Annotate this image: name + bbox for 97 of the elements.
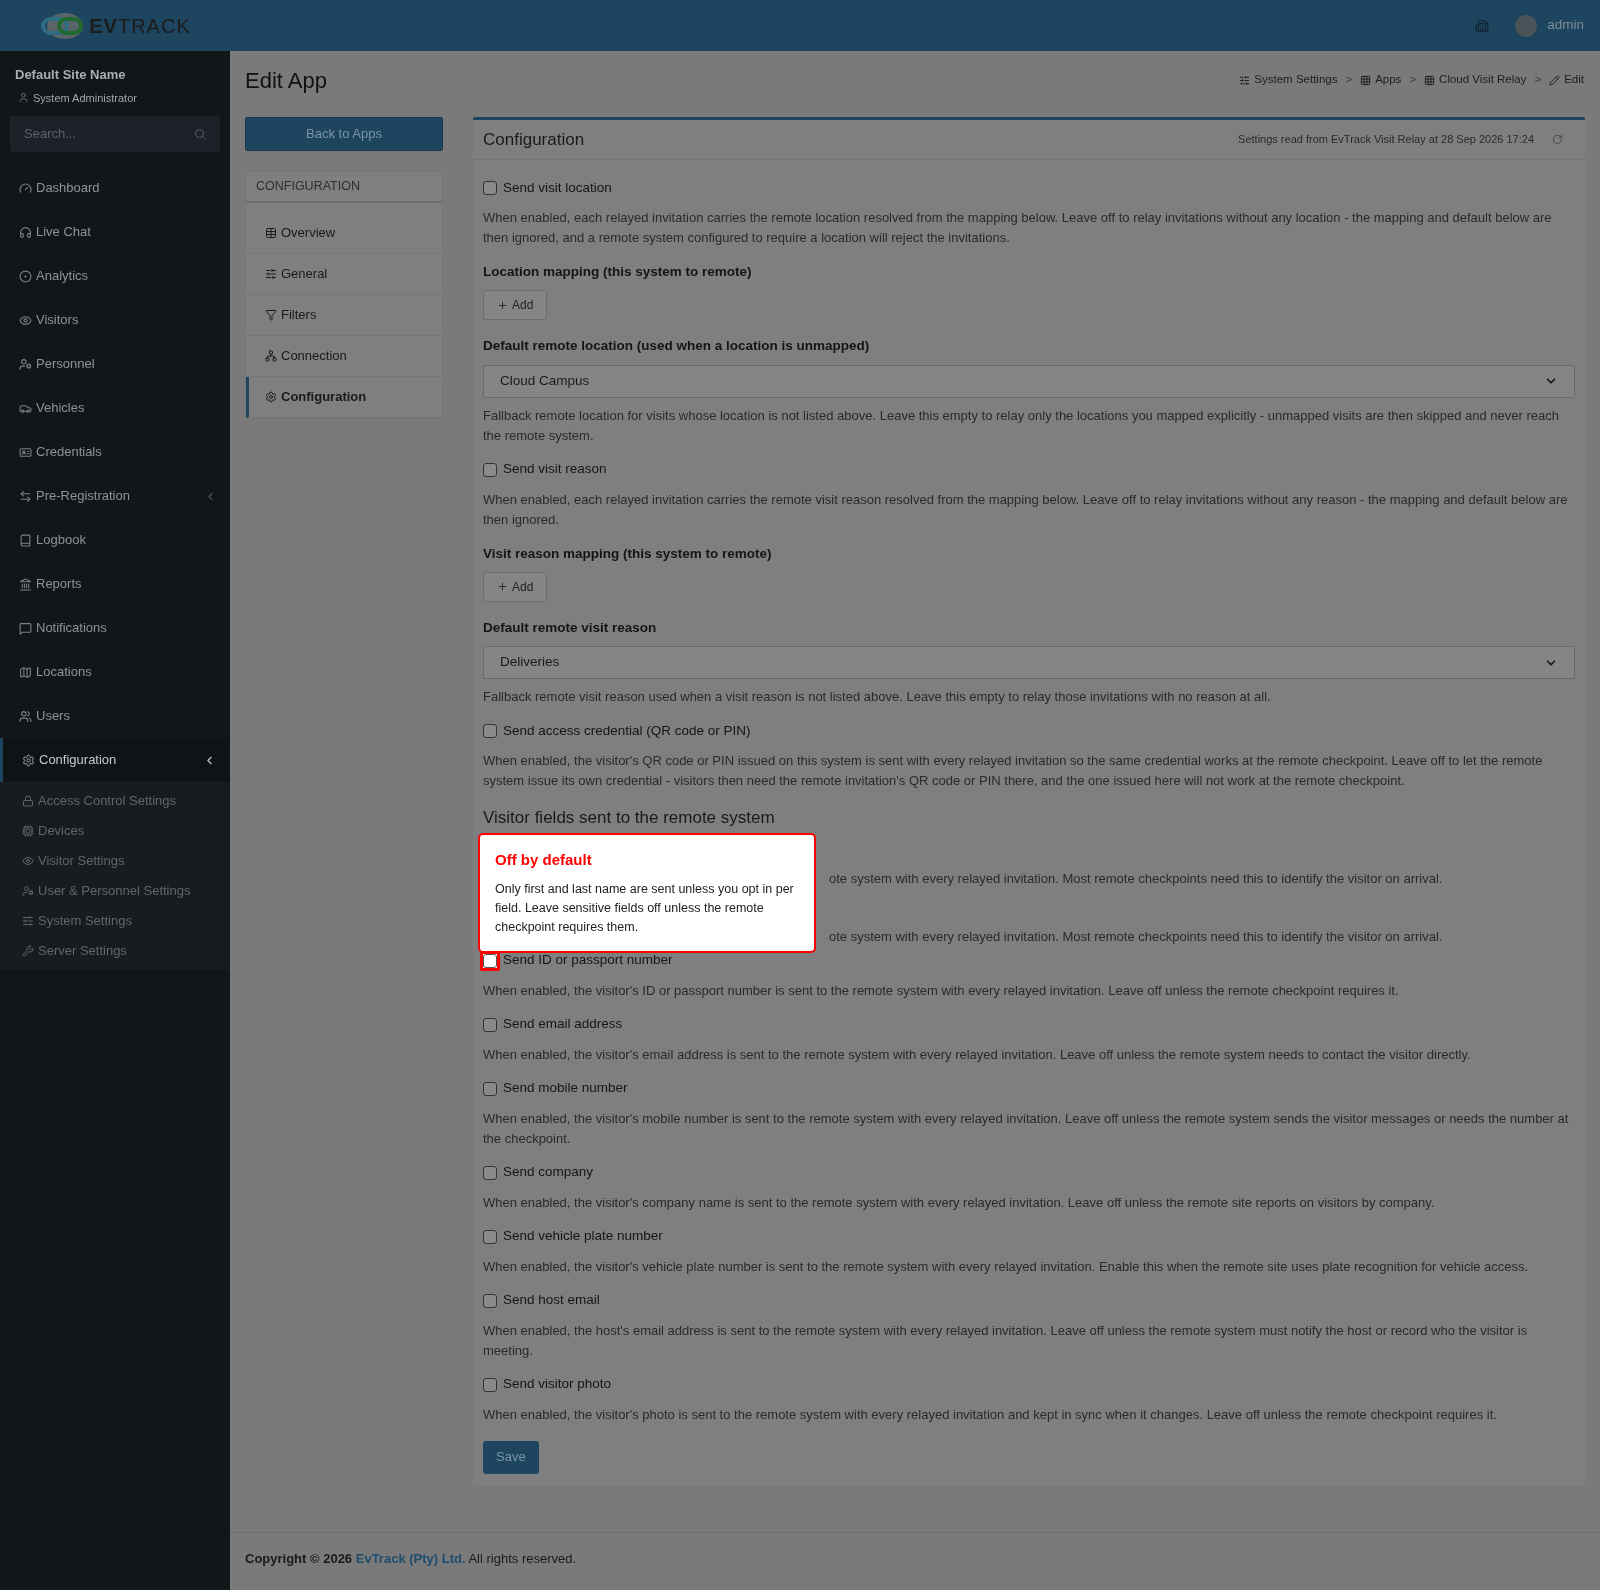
sidebar-item[interactable]: Locations [0, 650, 230, 694]
field-description: When enabled, the visitor's email address is sent to the remote system with every relayed invitation. Leave off unless the remote system needs to contact the visitor directly. [483, 1045, 1472, 1064]
field-description: When enabled, the visitor's QR code or PIN issued on this system is sent with every relayed invitation so the same credential works at the remote checkpoint. Leave off to let the remote system issue its own credential - visitors then need the remote invitation's QR code or PIN there, and the one issued here will not work at the remote checkpoint. [483, 752, 1544, 790]
tooltip-text: Only first and last name are sent unless you opt in per field. Leave sensitive fields off unless the remote checkpoint requires them. [495, 880, 795, 936]
field-description: When enabled, each relayed invitation carries the remote visit reason resolved from the mapping below. Leave off to relay invitations without any reason - the mapping and default below are then ignored. [483, 490, 1569, 529]
search-icon [194, 128, 206, 140]
sidebar-item[interactable]: Visitors [0, 298, 230, 342]
config-nav-item[interactable]: Connection [246, 336, 442, 377]
checkbox-label: Send visit location [503, 178, 612, 197]
checkbox[interactable] [483, 462, 497, 477]
config-nav-item[interactable]: Configuration [246, 377, 442, 418]
checkbox-label: Send visitor photo [503, 1375, 612, 1394]
save-button[interactable]: Save [483, 1440, 539, 1474]
checkbox-label: Send visit reason [503, 460, 607, 479]
checkbox-label: Send access credential (QR code or PIN) [503, 721, 751, 740]
user-role: System Administrator [33, 90, 137, 106]
field-label: Default remote visit reason [483, 618, 658, 637]
site-name: Default Site Name [15, 66, 127, 84]
user-name[interactable]: admin [1547, 15, 1584, 36]
config-nav-item[interactable]: Filters [246, 295, 442, 336]
field-description: Fallback remote location for visits whose location is not listed above. Leave this empty to relay only the locations you mapped explicitly - unmapped visits are then skipped and never reach the remote system. [483, 406, 1560, 445]
breadcrumb-link[interactable]: Apps [1360, 71, 1402, 89]
checkbox-label: Send company [503, 1163, 594, 1182]
checkbox[interactable] [483, 1229, 497, 1244]
plus-icon [497, 299, 508, 311]
field-description: When enabled, each relayed invitation carries the remote location resolved from the mapping below. Leave off to relay invitations without any location - the mapping and default below are then ignored, and a remote system configured to require a location will reject the invitations. [483, 209, 1553, 247]
config-nav-item[interactable]: General [246, 254, 442, 295]
submenu-item[interactable]: Server Settings [0, 936, 230, 966]
breadcrumb-separator: > [1345, 72, 1353, 88]
sidebar-item[interactable]: Pre-Registration [0, 474, 230, 518]
tooltip-title: Off by default [495, 850, 593, 870]
submenu-item[interactable]: Devices [0, 816, 230, 846]
field-description: When enabled, the visitor's vehicle plate number is sent to the remote system with every relayed invitation. Enable this when the remote site uses plate recognition for vehicle access. [483, 1257, 1530, 1276]
submenu-item[interactable]: Visitor Settings [0, 846, 230, 876]
field-label: Default remote location (used when a location is unmapped) [483, 337, 871, 356]
field-description: Fallback remote visit reason used when a visit reason is not listed above. Leave this empty to relay those invitations with no reason at all. [483, 688, 1272, 706]
sidebar-item[interactable]: Logbook [0, 518, 230, 562]
field-description: ote system with every relayed invitation. Most remote checkpoints need this to identify the visitor on arrival. [829, 927, 1444, 946]
submenu-item[interactable]: User & Personnel Settings [0, 876, 230, 906]
checkbox-label: Send mobile number [503, 1079, 628, 1098]
submenu-item[interactable]: System Settings [0, 906, 230, 936]
card-title: Configuration [483, 128, 585, 151]
field-description: When enabled, the visitor's mobile number is sent to the remote system with every relayed invitation. Leave off unless the remote system sends the visitor messages or needs the number at the checkpoint. [483, 1109, 1570, 1148]
checkbox-label: Send vehicle plate number [503, 1227, 663, 1246]
checkbox[interactable] [483, 1377, 497, 1392]
checkbox[interactable] [483, 1293, 497, 1308]
field-description: When enabled, the host's email address is sent to the remote system with every relayed invitation. Leave off unless the remote system must notify the host or record who the visitor is meeting. [483, 1321, 1529, 1360]
pencil-icon [1549, 74, 1561, 86]
section-heading: Visitor fields sent to the remote system [483, 807, 776, 829]
config-nav-item[interactable]: Overview [246, 213, 442, 254]
field-description: ote system with every relayed invitation. Most remote checkpoints need this to identify the visitor on arrival. [829, 869, 1444, 888]
grid-icon [1424, 74, 1436, 86]
add-button[interactable]: Add [483, 290, 548, 321]
checkbox[interactable] [483, 724, 497, 738]
grid-icon [1360, 74, 1372, 86]
checkbox[interactable] [483, 181, 497, 195]
checkbox[interactable] [483, 1017, 497, 1032]
refresh-icon[interactable] [1552, 134, 1563, 145]
panel-heading: CONFIGURATION [246, 172, 442, 203]
field-description: When enabled, the visitor's company name is sent to the remote system with every relayed invitation. Leave off unless the remote site reports on visitors by company. [483, 1193, 1436, 1212]
sliders-icon [1239, 74, 1251, 86]
breadcrumb-link[interactable]: Edit [1549, 71, 1584, 89]
select-field[interactable]: Deliveries [483, 646, 1575, 679]
checkbox[interactable] [483, 1081, 497, 1096]
back-button[interactable]: Back to Apps [245, 117, 443, 151]
sidebar-item[interactable]: Vehicles [0, 386, 230, 430]
sidebar-item[interactable]: Users [0, 694, 230, 738]
sidebar-item[interactable]: Analytics [0, 254, 230, 298]
search-field[interactable]: Search... [10, 116, 220, 152]
sidebar-item[interactable]: Personnel [0, 342, 230, 386]
checkbox[interactable] [483, 1165, 497, 1180]
field-description: When enabled, the visitor's ID or passport number is sent to the remote system with every relayed invitation. Leave off unless the remote checkpoint requires it. [483, 981, 1400, 1000]
sidebar-item[interactable]: Reports [0, 562, 230, 606]
select-field[interactable]: Cloud Campus [483, 364, 1575, 398]
page-title: Edit App [245, 66, 327, 95]
field-label: Location mapping (this system to remote) [483, 263, 753, 281]
user-icon [18, 92, 29, 104]
plus-icon [497, 581, 508, 593]
checkbox-label: Send ID or passport number [503, 951, 673, 970]
status-text: Settings read from EvTrack Visit Relay at 28 Sep 2026 17:24 [1238, 132, 1534, 148]
sidebar-item[interactable]: Dashboard [0, 166, 230, 210]
sidebar-item[interactable]: Live Chat [0, 210, 230, 254]
sidebar-item[interactable]: Notifications [0, 606, 230, 650]
breadcrumb-link[interactable]: System Settings [1239, 71, 1338, 89]
field-label: Visit reason mapping (this system to remote) [483, 544, 773, 563]
checkbox-label: Send host email [503, 1291, 600, 1310]
submenu-item[interactable]: Access Control Settings [0, 786, 230, 816]
checkbox-label: Send email address [503, 1015, 623, 1034]
breadcrumb-separator: > [1409, 72, 1417, 88]
breadcrumb-separator: > [1534, 72, 1542, 88]
add-button[interactable]: Add [483, 571, 548, 602]
copyright-text: Copyright © 2026 EvTrack (Pty) Ltd. All rights reserved. [245, 1549, 577, 1568]
field-description: When enabled, the visitor's photo is sent to the remote system with every relayed invitation and kept in sync when it changes. Leave off unless the remote checkpoint requires it. [483, 1405, 1498, 1424]
avatar-icon [1515, 14, 1538, 37]
logo-text: EVTRACK [89, 13, 191, 39]
sidebar-item[interactable]: Credentials [0, 430, 230, 474]
breadcrumb-link[interactable]: Cloud Visit Relay [1424, 71, 1527, 89]
